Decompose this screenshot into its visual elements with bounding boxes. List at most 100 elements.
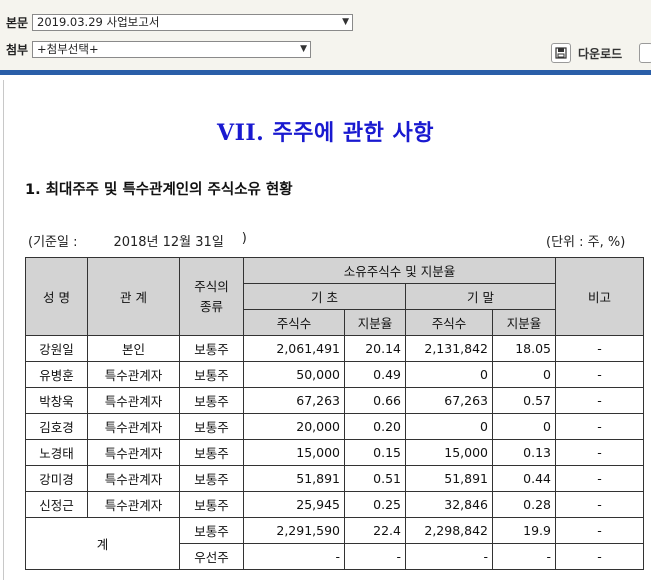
cell-total-label: 계	[25, 517, 180, 570]
cell-begin-shares: 50,000	[243, 361, 345, 388]
cell-remark: -	[555, 465, 644, 492]
dropdown-arrow-icon: ▼	[300, 44, 307, 54]
cell-begin-shares: 2,291,590	[243, 517, 345, 544]
cell-begin-ratio: 0.51	[344, 465, 406, 492]
cell-remark: -	[555, 543, 644, 570]
download-button[interactable]: 다운로드	[551, 43, 622, 63]
cell-end-shares: 67,263	[405, 387, 493, 414]
cell-begin-shares: 67,263	[243, 387, 345, 414]
cell-begin-ratio: 0.20	[344, 413, 406, 440]
toolbar-edge-button[interactable]	[639, 43, 651, 63]
attach-select-value: +첨부선택+	[37, 42, 99, 56]
cell-name: 강미경	[25, 465, 88, 492]
header-begin: 기 초	[243, 283, 406, 310]
cell-remark: -	[555, 491, 644, 518]
cell-end-shares: -	[405, 543, 493, 570]
base-date-close: )	[241, 231, 247, 246]
header-end-shares: 주식수	[405, 309, 493, 336]
cell-end-shares: 15,000	[405, 439, 493, 466]
cell-remark: -	[555, 439, 644, 466]
cell-begin-ratio: 20.14	[344, 335, 406, 362]
cell-begin-shares: -	[243, 543, 345, 570]
cell-relation: 특수관계자	[87, 439, 180, 466]
cell-end-ratio: 0.57	[492, 387, 556, 414]
cell-end-ratio: 18.05	[492, 335, 556, 362]
shareholder-table: 성 명 관 계 주식의 종류 소유주식수 및 지분율 비고 기 초 기 말 주식…	[25, 257, 644, 570]
cell-end-ratio: 19.9	[492, 517, 556, 544]
cell-end-ratio: 0	[492, 413, 556, 440]
base-date-label: (기준일 :	[28, 235, 78, 250]
table-row: 유병훈 특수관계자 보통주 50,000 0.49 0 0 -	[25, 361, 644, 388]
cell-remark: -	[555, 517, 644, 544]
cell-name: 박창욱	[25, 387, 88, 414]
cell-end-ratio: 0	[492, 361, 556, 388]
cell-type: 보통주	[179, 517, 244, 544]
download-label: 다운로드	[578, 46, 623, 61]
header-name: 성 명	[25, 257, 88, 336]
header-owned: 소유주식수 및 지분율	[243, 257, 556, 284]
cell-begin-ratio: 0.15	[344, 439, 406, 466]
table-row: 노경태 특수관계자 보통주 15,000 0.15 15,000 0.13 -	[25, 439, 644, 466]
cell-name: 노경태	[25, 439, 88, 466]
base-date-value: 2018년 12월 31일	[113, 235, 224, 250]
attach-label: 첨부	[6, 43, 29, 57]
cell-end-shares: 51,891	[405, 465, 493, 492]
cell-relation: 특수관계자	[87, 413, 180, 440]
cell-relation: 본인	[87, 335, 180, 362]
cell-type: 보통주	[179, 387, 244, 414]
cell-begin-shares: 20,000	[243, 413, 345, 440]
header-begin-ratio: 지분율	[344, 309, 406, 336]
cell-remark: -	[555, 335, 644, 362]
cell-remark: -	[555, 361, 644, 388]
cell-remark: -	[555, 387, 644, 414]
main-doc-select[interactable]: 2019.03.29 사업보고서 ▼	[32, 14, 353, 31]
cell-begin-shares: 15,000	[243, 439, 345, 466]
cell-end-shares: 2,131,842	[405, 335, 493, 362]
base-date: (기준일 : 2018년 12월 31일 )	[28, 231, 247, 250]
total-row-common: 계 보통주 2,291,590 22.4 2,298,842 19.9 -	[25, 517, 644, 570]
header-stock-type: 주식의 종류	[179, 257, 244, 336]
cell-end-ratio: -	[492, 543, 556, 570]
download-icon	[551, 43, 571, 63]
cell-end-shares: 32,846	[405, 491, 493, 518]
cell-type: 보통주	[179, 465, 244, 492]
document-border	[3, 80, 4, 580]
cell-name: 신정근	[25, 491, 88, 518]
cell-begin-shares: 25,945	[243, 491, 345, 518]
page-title: VII. 주주에 관한 사항	[217, 120, 434, 146]
cell-relation: 특수관계자	[87, 387, 180, 414]
header-begin-shares: 주식수	[243, 309, 345, 336]
header-relation: 관 계	[87, 257, 180, 336]
cell-begin-shares: 51,891	[243, 465, 345, 492]
table-row: 김호경 특수관계자 보통주 20,000 0.20 0 0 -	[25, 413, 644, 440]
cell-relation: 특수관계자	[87, 361, 180, 388]
cell-name: 유병훈	[25, 361, 88, 388]
cell-name: 김호경	[25, 413, 88, 440]
section-heading: 1. 최대주주 및 특수관계인의 주식소유 현황	[25, 182, 293, 198]
header-remark: 비고	[555, 257, 644, 336]
cell-end-shares: 0	[405, 413, 493, 440]
cell-type: 보통주	[179, 491, 244, 518]
cell-type: 보통주	[179, 361, 244, 388]
cell-end-ratio: 0.28	[492, 491, 556, 518]
cell-end-shares: 2,298,842	[405, 517, 493, 544]
cell-end-shares: 0	[405, 361, 493, 388]
table-row: 신정근 특수관계자 보통주 25,945 0.25 32,846 0.28 -	[25, 491, 644, 518]
cell-type: 보통주	[179, 413, 244, 440]
cell-begin-ratio: 0.66	[344, 387, 406, 414]
cell-relation: 특수관계자	[87, 491, 180, 518]
cell-begin-ratio: -	[344, 543, 406, 570]
cell-name: 강원일	[25, 335, 88, 362]
cell-type: 보통주	[179, 439, 244, 466]
main-doc-select-value: 2019.03.29 사업보고서	[37, 15, 160, 29]
cell-begin-shares: 2,061,491	[243, 335, 345, 362]
attach-select[interactable]: +첨부선택+ ▼	[32, 41, 311, 58]
cell-end-ratio: 0.13	[492, 439, 556, 466]
viewer-toolbar: 본문 2019.03.29 사업보고서 ▼ 첨부 +첨부선택+ ▼ 다운로드	[0, 0, 651, 72]
cell-type: 보통주	[179, 335, 244, 362]
cell-begin-ratio: 0.25	[344, 491, 406, 518]
table-row: 강원일 본인 보통주 2,061,491 20.14 2,131,842 18.…	[25, 335, 644, 362]
cell-begin-ratio: 22.4	[344, 517, 406, 544]
cell-remark: -	[555, 413, 644, 440]
cell-begin-ratio: 0.49	[344, 361, 406, 388]
